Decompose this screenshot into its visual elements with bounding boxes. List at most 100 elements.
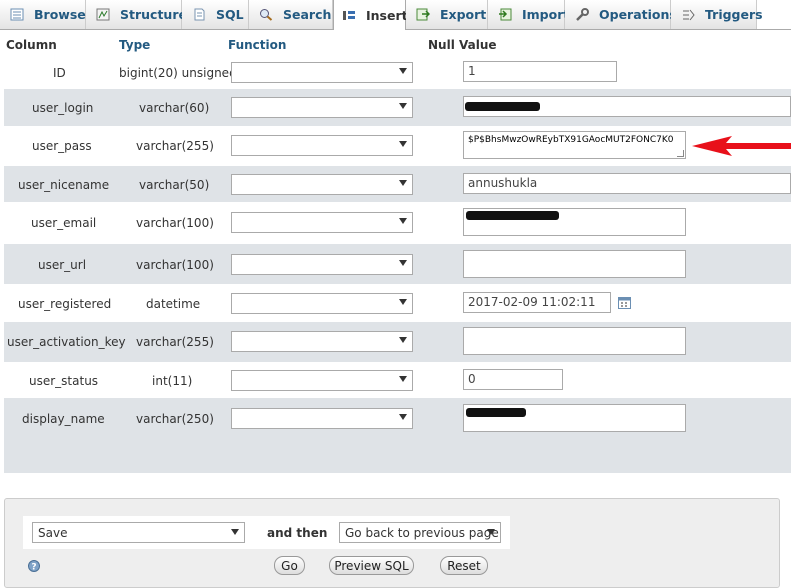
column-header: Column (6, 38, 57, 52)
column-type: varchar(100) (136, 216, 214, 230)
tab-label: Structure (120, 7, 187, 22)
resize-grip-icon[interactable] (677, 150, 684, 157)
column-name: user_activation_key (7, 335, 126, 349)
column-type: varchar(255) (136, 139, 214, 153)
column-name: user_email (31, 216, 97, 230)
chevron-down-icon (399, 68, 407, 74)
value-input[interactable]: 1 (463, 61, 617, 82)
function-select[interactable] (231, 293, 413, 314)
value-input[interactable]: annushukla (463, 173, 791, 194)
reset-button[interactable]: Reset (440, 556, 488, 575)
table-footer-bar (4, 437, 791, 473)
tab-bar: Browse Structure SQL Search Insert Expor… (0, 0, 791, 30)
chevron-down-icon (399, 299, 407, 305)
chevron-down-icon (399, 218, 407, 224)
tab-label: Import (522, 7, 570, 22)
redaction-mark (466, 211, 559, 220)
type-header: Type (119, 38, 151, 52)
tab-insert[interactable]: Insert (333, 0, 408, 30)
redaction-mark (466, 408, 526, 417)
triggers-icon (681, 8, 695, 21)
function-select[interactable] (231, 408, 413, 429)
tab-label: Browse (34, 7, 86, 22)
help-icon[interactable]: ? (28, 560, 40, 573)
after-insert-value: Go back to previous page (345, 526, 499, 540)
browse-icon (10, 8, 24, 21)
null-header: Null (428, 38, 455, 52)
chevron-down-icon (399, 103, 407, 109)
import-icon (498, 8, 512, 21)
button-row (23, 549, 510, 579)
column-type: varchar(60) (139, 101, 210, 115)
tab-label: SQL (216, 7, 244, 22)
tab-browse[interactable]: Browse (0, 0, 86, 29)
tab-operations[interactable]: Operations (565, 0, 677, 29)
function-header: Function (228, 38, 287, 52)
function-select[interactable] (231, 331, 413, 352)
function-select[interactable] (231, 254, 413, 275)
function-select[interactable] (231, 212, 413, 233)
tab-triggers[interactable]: Triggers (671, 0, 763, 29)
after-insert-select[interactable]: Go back to previous page (339, 522, 501, 543)
and-then-label: and then (267, 526, 328, 540)
value-input[interactable]: 0 (463, 369, 563, 390)
chevron-down-icon (399, 376, 407, 382)
tab-export[interactable]: Export (406, 0, 488, 29)
value-input[interactable]: 2017-02-09 11:02:11 (463, 292, 611, 313)
svg-text:?: ? (31, 563, 36, 573)
value-textarea[interactable]: $P$BhsMwzOwREybTX91GAocMUT2FONC7K0 (463, 131, 686, 159)
column-name: user_registered (18, 297, 112, 311)
tab-label: Export (440, 7, 487, 22)
column-type: varchar(255) (136, 335, 214, 349)
operations-icon (575, 8, 589, 21)
tab-structure[interactable]: Structure (86, 0, 187, 29)
structure-icon (96, 8, 110, 21)
chevron-down-icon (399, 337, 407, 343)
chevron-down-icon (399, 260, 407, 266)
chevron-down-icon (399, 180, 407, 186)
sql-icon (192, 8, 206, 21)
redaction-mark (465, 102, 540, 111)
tab-sql[interactable]: SQL (182, 0, 249, 29)
action-select-value: Save (38, 526, 68, 540)
value-text: $P$BhsMwzOwREybTX91GAocMUT2FONC7K0 (468, 135, 674, 145)
export-icon (416, 8, 431, 21)
red-arrow-annotation (692, 136, 791, 156)
chevron-down-icon (231, 529, 239, 535)
column-type: varchar(100) (136, 258, 214, 272)
column-name: user_pass (32, 139, 92, 153)
tab-import[interactable]: Import (488, 0, 569, 29)
tab-label: Search (283, 7, 332, 22)
chevron-down-icon (399, 414, 407, 420)
preview-sql-button[interactable]: Preview SQL (329, 556, 414, 575)
tab-label: Operations (599, 7, 677, 22)
insert-icon (342, 9, 356, 22)
action-select[interactable]: Save (32, 522, 245, 543)
column-name: user_status (29, 374, 99, 388)
tab-search[interactable]: Search (249, 0, 333, 29)
column-name: display_name (22, 412, 105, 426)
column-name: user_nicename (18, 178, 110, 192)
chevron-down-icon (487, 529, 495, 535)
chevron-down-icon (399, 141, 407, 147)
column-type: varchar(250) (136, 412, 214, 426)
function-select[interactable] (231, 62, 413, 83)
tab-label: Insert (366, 7, 408, 23)
value-textarea[interactable] (463, 327, 686, 355)
value-textarea[interactable] (463, 250, 686, 278)
function-select[interactable] (231, 135, 413, 156)
value-header: Value (459, 38, 497, 52)
tab-label: Triggers (705, 7, 763, 22)
calendar-icon[interactable] (618, 297, 631, 309)
column-type: datetime (146, 297, 201, 311)
function-select[interactable] (231, 370, 413, 391)
function-select[interactable] (231, 97, 413, 118)
column-type: bigint(20) unsigned (119, 66, 237, 80)
column-type: varchar(50) (139, 178, 210, 192)
function-select[interactable] (231, 174, 413, 195)
column-name: ID (53, 66, 66, 80)
go-button[interactable]: Go (274, 556, 305, 575)
column-name: user_login (32, 101, 94, 115)
column-type: int(11) (152, 374, 193, 388)
column-name: user_url (38, 258, 87, 272)
